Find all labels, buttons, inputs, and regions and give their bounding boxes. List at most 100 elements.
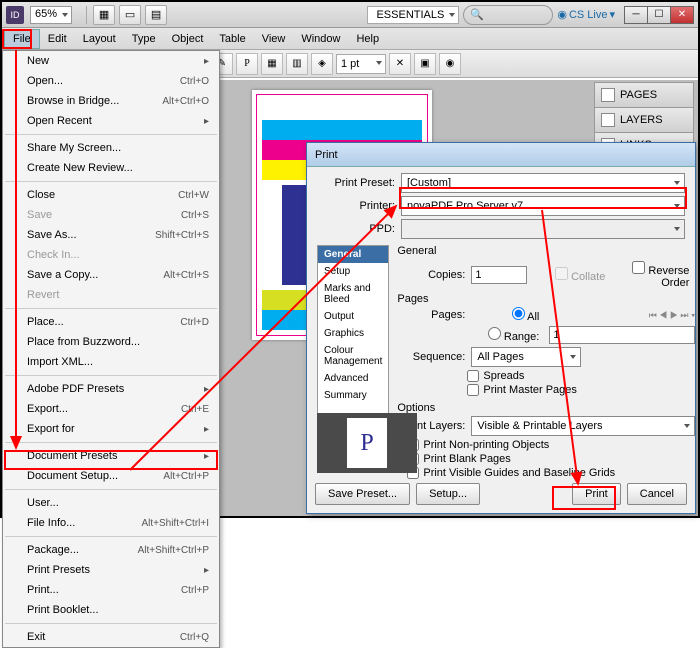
range-input[interactable] — [549, 326, 695, 344]
save-preset-button[interactable]: Save Preset... — [315, 483, 410, 505]
menu-item[interactable]: Import XML... — [3, 352, 219, 372]
menu-item[interactable]: CloseCtrl+W — [3, 185, 219, 205]
menu-type[interactable]: Type — [124, 30, 164, 48]
section-heading: General — [397, 245, 695, 257]
menu-item[interactable]: Place from Buzzword... — [3, 332, 219, 352]
category-item[interactable]: Marks and Bleed — [318, 280, 388, 308]
menu-window[interactable]: Window — [293, 30, 348, 48]
menu-item[interactable]: Export...Ctrl+E — [3, 399, 219, 419]
panel-pages[interactable]: PAGES — [594, 82, 694, 108]
layers-combo[interactable]: Visible & Printable Layers — [471, 416, 695, 436]
arrange-icon[interactable]: ▤ — [145, 5, 167, 25]
menu-item[interactable]: Print Booklet... — [3, 600, 219, 620]
minimize-button[interactable]: ─ — [624, 6, 648, 24]
menu-item-label: Print... — [27, 584, 59, 596]
menu-item[interactable]: Package... Alt+Shift+Ctrl+P — [3, 540, 219, 560]
category-item[interactable]: Advanced — [318, 370, 388, 387]
menu-item[interactable]: Place...Ctrl+D — [3, 312, 219, 332]
stroke-weight-field[interactable]: 1 pt — [336, 54, 386, 74]
menu-edit[interactable]: Edit — [40, 30, 75, 48]
type-icon[interactable]: P — [236, 53, 258, 75]
page-nav-icons[interactable]: ⏮ ◀ ▶ ⏭ ▾ — [649, 310, 696, 321]
cancel-button[interactable]: Cancel — [627, 483, 687, 505]
copies-input[interactable] — [471, 266, 527, 284]
pages-all-radio[interactable] — [512, 307, 525, 320]
master-label: Print Master Pages — [483, 384, 577, 396]
shortcut: Alt+Ctrl+O — [162, 96, 209, 107]
shortcut: Alt+Shift+Ctrl+P — [138, 545, 209, 556]
chevron-down-icon — [376, 61, 382, 65]
zoom-select[interactable]: 65% — [30, 6, 72, 24]
menu-item[interactable]: ExitCtrl+Q — [3, 627, 219, 647]
search-input[interactable]: 🔍 — [463, 5, 553, 25]
menu-item-label: Create New Review... — [27, 162, 133, 174]
nonprint-label: Print Non-printing Objects — [423, 439, 549, 451]
menu-item[interactable]: Browse in Bridge...Alt+Ctrl+O — [3, 91, 219, 111]
menu-item-label: Package... — [27, 544, 79, 556]
category-item[interactable]: Colour Management — [318, 342, 388, 370]
menu-item[interactable]: Document Presets — [3, 446, 219, 466]
master-checkbox[interactable] — [467, 384, 479, 396]
menu-item[interactable]: Save a Copy...Alt+Ctrl+S — [3, 265, 219, 285]
reverse-checkbox[interactable] — [632, 261, 645, 274]
category-item[interactable]: General — [318, 246, 388, 263]
menu-item[interactable]: File Info...Alt+Shift+Ctrl+I — [3, 513, 219, 533]
sequence-value: All Pages — [477, 351, 523, 363]
category-item[interactable]: Graphics — [318, 325, 388, 342]
guides-label: Print Visible Guides and Baseline Grids — [423, 467, 615, 479]
menu-item[interactable]: Print Presets — [3, 560, 219, 580]
printer-combo[interactable]: novaPDF Pro Server v7 — [401, 196, 685, 216]
menu-file[interactable]: File — [4, 29, 40, 49]
menu-item-label: User... — [27, 497, 59, 509]
layout-icon[interactable]: ▦ — [93, 5, 115, 25]
tool-icon[interactable]: ✕ — [389, 53, 411, 75]
preset-combo[interactable]: [Custom] — [401, 173, 685, 193]
menu-item[interactable]: Open...Ctrl+O — [3, 71, 219, 91]
menu-item[interactable]: Adobe PDF Presets — [3, 379, 219, 399]
category-item[interactable]: Summary — [318, 387, 388, 404]
menu-item[interactable]: Export for — [3, 419, 219, 439]
close-button[interactable]: ✕ — [670, 6, 694, 24]
menu-item-label: Save a Copy... — [27, 269, 98, 281]
maximize-button[interactable]: ☐ — [647, 6, 671, 24]
menu-item[interactable]: User... — [3, 493, 219, 513]
menu-item[interactable]: Share My Screen... — [3, 138, 219, 158]
tool-icon[interactable]: ◈ — [311, 53, 333, 75]
chevron-down-icon — [674, 181, 680, 185]
menu-table[interactable]: Table — [211, 30, 253, 48]
tool-icon[interactable]: ◉ — [439, 53, 461, 75]
setup-button[interactable]: Setup... — [416, 483, 480, 505]
menu-item[interactable]: Document Setup...Alt+Ctrl+P — [3, 466, 219, 486]
menu-item[interactable]: Save As...Shift+Ctrl+S — [3, 225, 219, 245]
panel-layers[interactable]: LAYERS — [594, 107, 694, 133]
menu-item-label: Export... — [27, 403, 68, 415]
shortcut: Ctrl+S — [181, 210, 209, 221]
cs-live[interactable]: ◉ CS Live ▾ — [557, 8, 615, 21]
menu-item[interactable]: New — [3, 51, 219, 71]
chevron-down-icon — [62, 13, 68, 17]
menu-item[interactable]: Open Recent — [3, 111, 219, 131]
pages-range-radio[interactable] — [488, 327, 501, 340]
menu-separator — [5, 375, 217, 376]
tool-icon[interactable]: ▣ — [414, 53, 436, 75]
workspace-select[interactable]: ESSENTIALS — [367, 6, 459, 24]
menu-view[interactable]: View — [254, 30, 294, 48]
category-item[interactable]: Output — [318, 308, 388, 325]
menu-object[interactable]: Object — [164, 30, 212, 48]
sequence-combo[interactable]: All Pages — [471, 347, 581, 367]
shortcut: Ctrl+D — [180, 317, 209, 328]
spreads-checkbox[interactable] — [467, 370, 479, 382]
category-item[interactable]: Setup — [318, 263, 388, 280]
menu-item[interactable]: Print...Ctrl+P — [3, 580, 219, 600]
print-button[interactable]: Print — [572, 483, 621, 505]
tool-icon[interactable]: ▥ — [286, 53, 308, 75]
screen-mode-icon[interactable]: ▭ — [119, 5, 141, 25]
menu-item[interactable]: Create New Review... — [3, 158, 219, 178]
sequence-label: Sequence: — [397, 351, 465, 363]
tool-icon[interactable]: ▦ — [261, 53, 283, 75]
menu-help[interactable]: Help — [348, 30, 387, 48]
menu-item-label: Place from Buzzword... — [27, 336, 140, 348]
menu-layout[interactable]: Layout — [75, 30, 124, 48]
menu-item-label: Share My Screen... — [27, 142, 121, 154]
menu-item-label: Open Recent — [27, 115, 92, 127]
